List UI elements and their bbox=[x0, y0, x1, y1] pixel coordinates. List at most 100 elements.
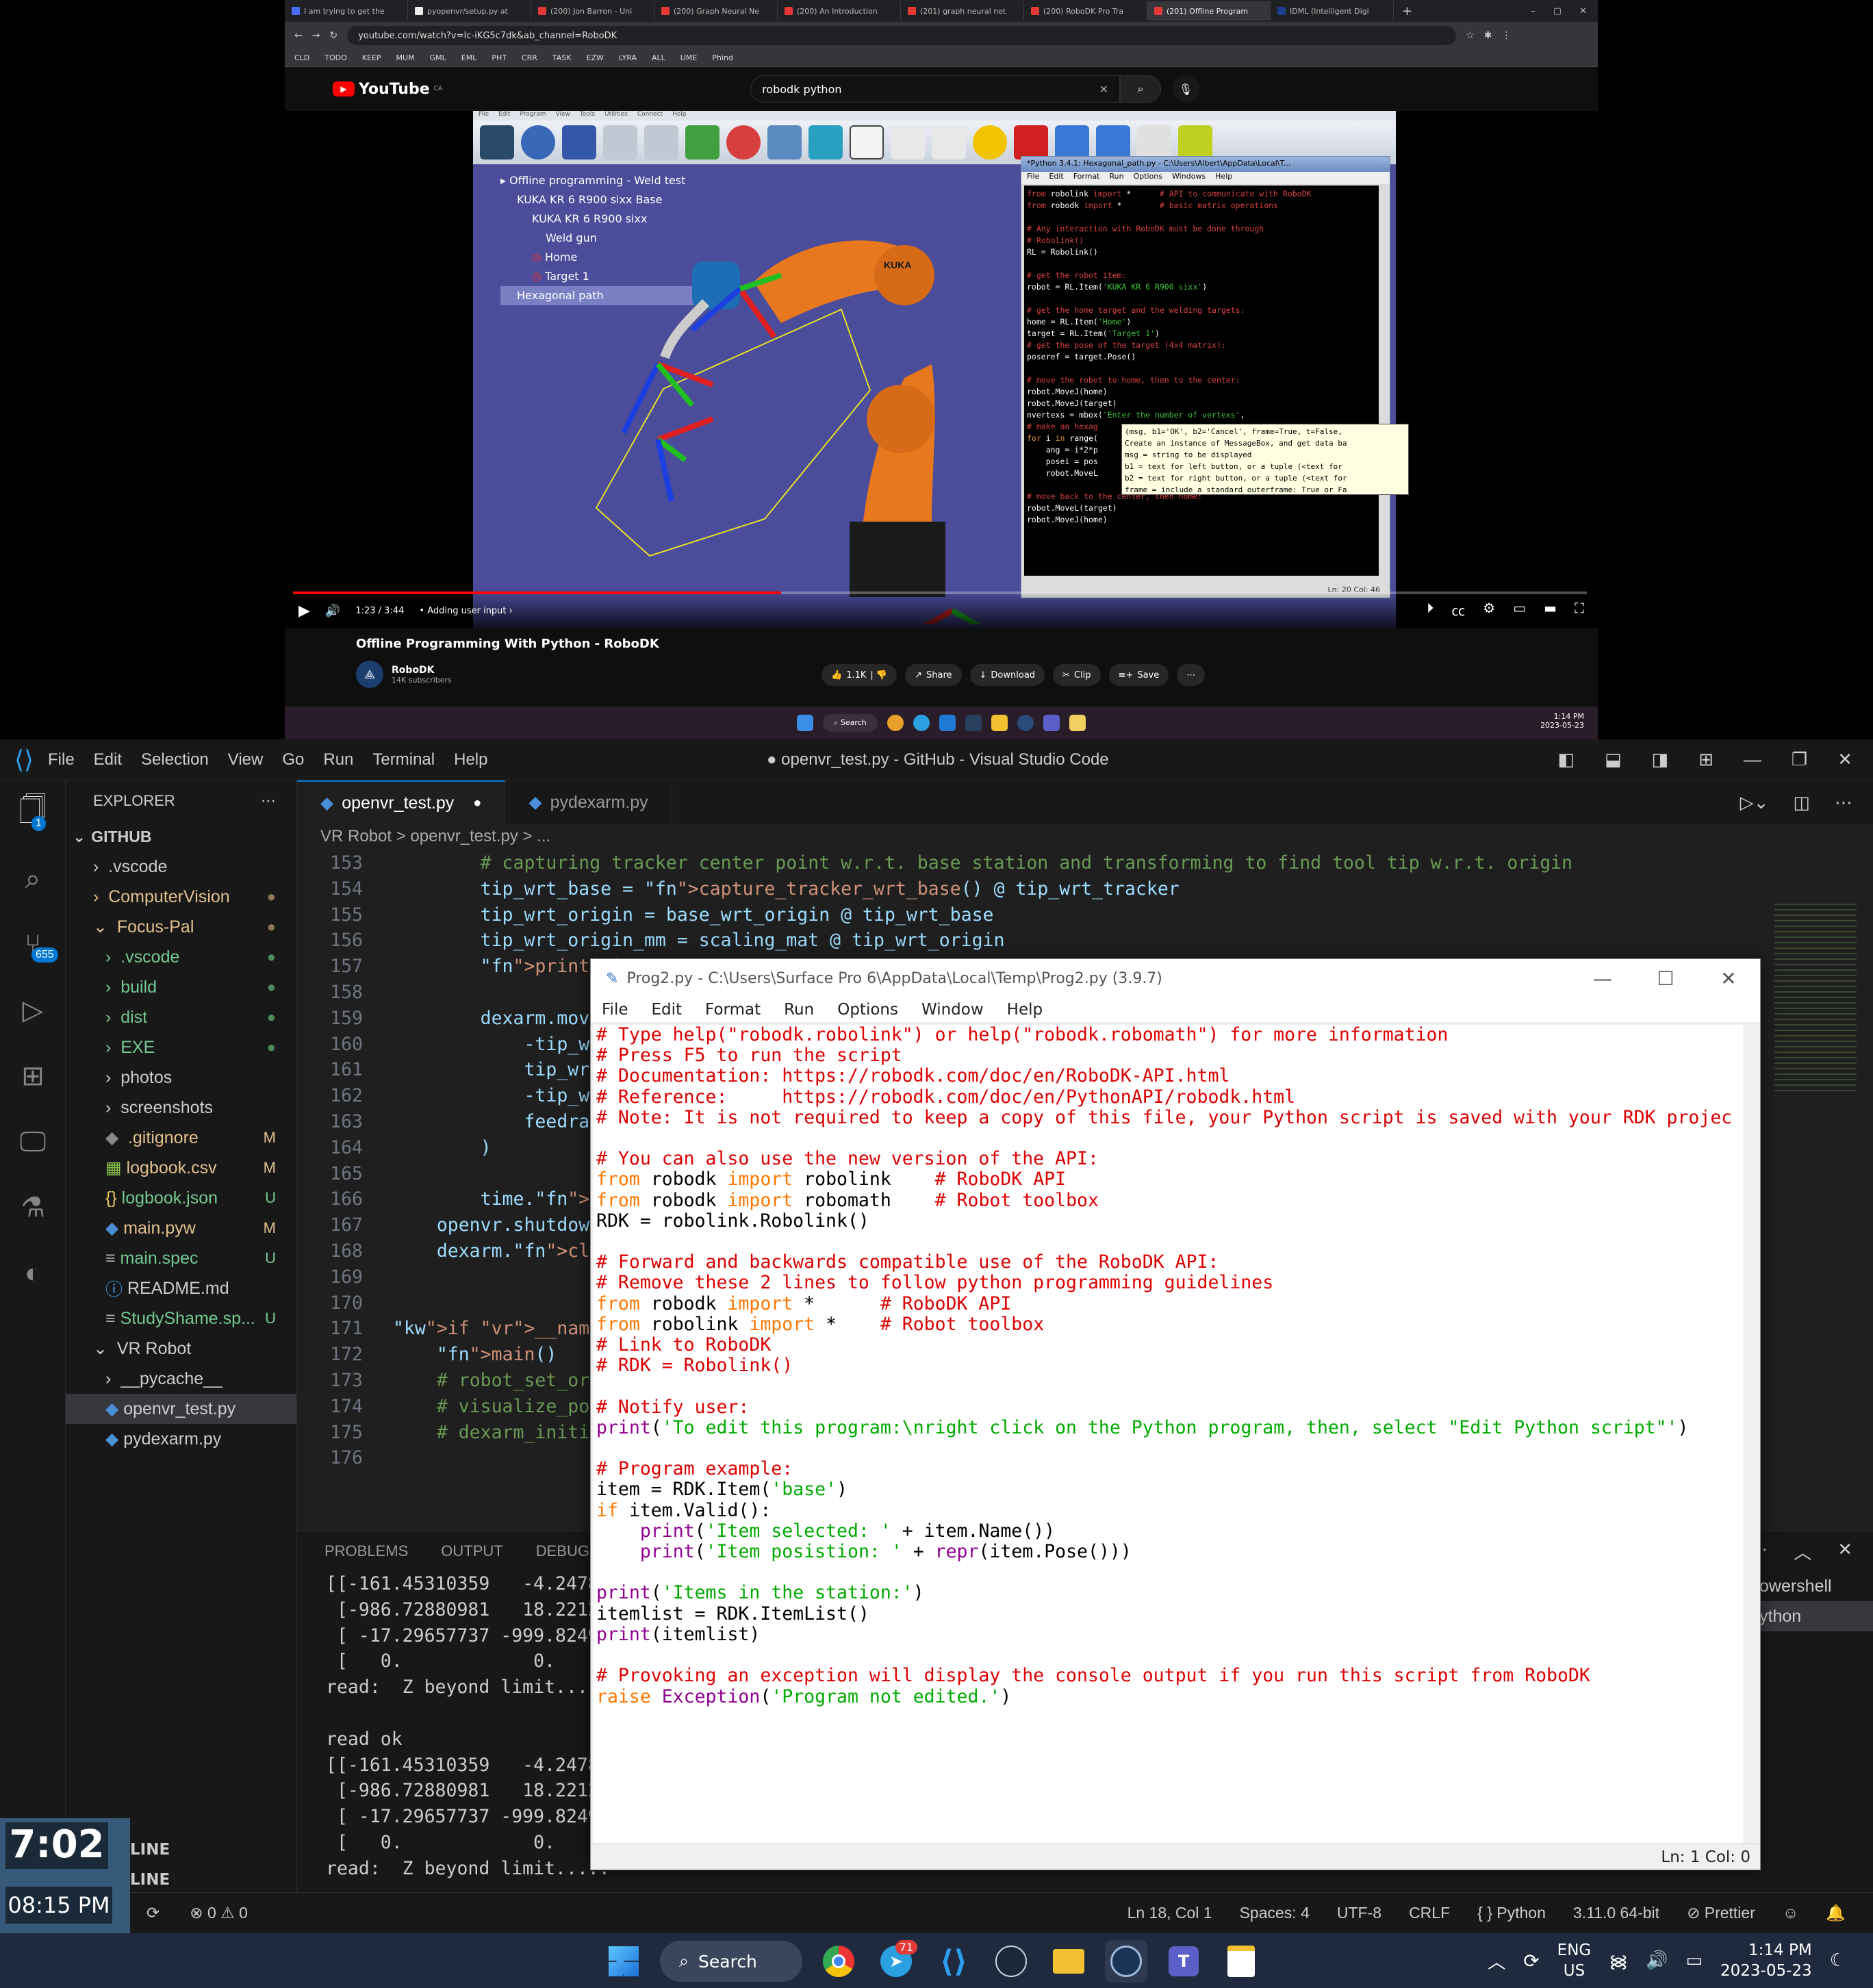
bookmark[interactable]: Phind bbox=[712, 53, 733, 62]
play-icon[interactable]: ▶ bbox=[298, 602, 310, 620]
telegram-icon[interactable]: ➤ 71 bbox=[875, 1940, 917, 1983]
indentation[interactable]: Spaces: 4 bbox=[1240, 1904, 1310, 1922]
tree-file[interactable]: ◆ .gitignore M bbox=[66, 1123, 296, 1153]
terminal-powershell[interactable]: owershell bbox=[1753, 1571, 1873, 1601]
chapter-text[interactable]: • Adding user input › bbox=[419, 606, 513, 616]
download-button[interactable]: ↓ Download bbox=[969, 664, 1045, 686]
start-icon[interactable] bbox=[602, 1940, 645, 1983]
language-mode[interactable]: { } Python bbox=[1477, 1904, 1546, 1922]
taskbar-clock[interactable]: 1:14 PM 2023-05-23 bbox=[1720, 1940, 1812, 1981]
tree-folder[interactable]: ⌄ VR Robot bbox=[66, 1334, 296, 1364]
maximize-icon[interactable]: ▢ bbox=[1553, 6, 1562, 16]
volume-icon[interactable]: 🔊 bbox=[1646, 1950, 1668, 1971]
menu-edit[interactable]: Edit bbox=[94, 750, 122, 769]
tree-folder[interactable]: › EXE ● bbox=[66, 1032, 296, 1062]
channel-name[interactable]: RoboDK bbox=[392, 665, 452, 676]
explorer-icon[interactable]: 🗍 1 bbox=[0, 780, 66, 846]
bookmark[interactable]: PHT bbox=[492, 53, 507, 62]
teams-icon[interactable]: T bbox=[1162, 1940, 1205, 1983]
menu-go[interactable]: Go bbox=[282, 750, 304, 769]
channel-avatar[interactable]: ⟁ bbox=[356, 661, 383, 688]
tree-folder[interactable]: › ComputerVision ● bbox=[66, 882, 296, 912]
notifications-icon[interactable]: 🔔 bbox=[1826, 1904, 1846, 1922]
split-editor-icon[interactable]: ◫ bbox=[1793, 792, 1810, 813]
bookmark[interactable]: ALL bbox=[652, 53, 665, 62]
maximize-icon[interactable]: ☐ bbox=[1634, 959, 1697, 997]
tree-file[interactable]: ≡ main.spec U bbox=[66, 1243, 296, 1273]
steam-icon[interactable] bbox=[990, 1940, 1032, 1983]
chevron-up-icon[interactable]: ︿ bbox=[1488, 1948, 1505, 1974]
sync-icon[interactable]: ⟳ bbox=[1523, 1950, 1539, 1972]
idle-scrollbar[interactable] bbox=[1744, 1025, 1760, 1844]
menu-window[interactable]: Window bbox=[921, 1001, 984, 1019]
bookmark[interactable]: GML bbox=[430, 53, 446, 62]
encoding[interactable]: UTF-8 bbox=[1337, 1904, 1381, 1922]
menu-run[interactable]: Run bbox=[323, 750, 353, 769]
browser-tab[interactable]: (200) An Introduction bbox=[778, 1, 901, 21]
more-button[interactable]: ⋯ bbox=[1177, 664, 1206, 686]
browser-tab[interactable]: (200) Jon Barron - Uni bbox=[531, 1, 654, 21]
browser-tab[interactable]: IDML (Intelligent Digi bbox=[1271, 1, 1394, 21]
like-button[interactable]: 👍 1.1K | 👎 bbox=[821, 664, 897, 686]
theater-icon[interactable]: ▬ bbox=[1544, 600, 1557, 620]
tree-file[interactable]: {} logbook.json U bbox=[66, 1183, 296, 1213]
tree-folder[interactable]: › dist ● bbox=[66, 1002, 296, 1032]
close-panel-icon[interactable]: ✕ bbox=[1837, 1539, 1852, 1564]
browser-tab[interactable]: pyopenvr/setup.py at bbox=[408, 1, 531, 21]
source-control-icon[interactable]: ⑂ 655 bbox=[0, 912, 66, 978]
browser-tab-active[interactable]: (201) Offline Program bbox=[1147, 1, 1271, 21]
menu-format[interactable]: Format bbox=[705, 1001, 761, 1019]
menu-file[interactable]: File bbox=[602, 1001, 628, 1019]
breadcrumb[interactable]: VR Robot > openvr_test.py > ... bbox=[297, 824, 1873, 849]
clip-button[interactable]: ✂ Clip bbox=[1053, 664, 1101, 686]
forward-icon[interactable]: → bbox=[312, 30, 320, 41]
edge-icon[interactable]: ◐ bbox=[0, 1240, 66, 1306]
moon-icon[interactable]: ☾ bbox=[1830, 1950, 1846, 1971]
tab-output[interactable]: OUTPUT bbox=[441, 1542, 502, 1560]
fullscreen-icon[interactable]: ⛶ bbox=[1575, 600, 1584, 620]
tree-folder[interactable]: › __pycache__ bbox=[66, 1364, 296, 1394]
tree-file[interactable]: ▦ logbook.csv M bbox=[66, 1153, 296, 1183]
menu-help[interactable]: Help bbox=[454, 750, 487, 769]
youtube-search-input[interactable]: robodk python ✕ bbox=[750, 75, 1121, 103]
close-icon[interactable]: ✕ bbox=[1579, 6, 1587, 16]
bookmark[interactable]: EZW bbox=[587, 53, 604, 62]
tree-folder[interactable]: › .vscode ● bbox=[66, 942, 296, 972]
toggle-secondary-icon[interactable]: ◨ bbox=[1652, 749, 1669, 770]
wifi-icon[interactable]: ᯼ bbox=[1609, 1948, 1628, 1973]
browser-tab[interactable]: (201) graph neural net bbox=[901, 1, 1024, 21]
menu-file[interactable]: File bbox=[48, 750, 75, 769]
menu-icon[interactable]: ⋮ bbox=[1502, 30, 1512, 41]
extensions-icon[interactable]: ✱ bbox=[1484, 30, 1492, 41]
video-player[interactable]: File Edit Program View Tools Utilities C… bbox=[285, 111, 1598, 628]
browser-tab[interactable]: I am trying to get the bbox=[285, 1, 408, 21]
menu-edit[interactable]: Edit bbox=[652, 1001, 683, 1019]
url-field[interactable]: youtube.com/watch?v=Ic-iKG5c7dk&ab_chann… bbox=[347, 26, 1457, 45]
maximize-panel-icon[interactable]: ︿ bbox=[1794, 1539, 1811, 1564]
idle-code-text[interactable]: # Type help("robodk.robolink") or help("… bbox=[594, 1025, 1744, 1844]
remote-explorer-icon[interactable]: 🖵 bbox=[0, 1109, 66, 1175]
minimize-icon[interactable]: — bbox=[1744, 749, 1761, 770]
clear-icon[interactable]: ✕ bbox=[1099, 83, 1108, 96]
microphone-icon[interactable]: 🎙 bbox=[1172, 75, 1200, 103]
menu-help[interactable]: Help bbox=[1007, 1001, 1043, 1019]
menu-view[interactable]: View bbox=[228, 750, 264, 769]
extensions-icon[interactable]: ⊞ bbox=[0, 1043, 66, 1109]
settings-icon[interactable]: ⚙ bbox=[1483, 600, 1495, 620]
problems-status[interactable]: ⊗ 0 ⚠ 0 bbox=[190, 1904, 248, 1922]
tree-file[interactable]: ◆ main.pyw M bbox=[66, 1213, 296, 1243]
save-button[interactable]: ≡+ Save bbox=[1108, 664, 1169, 686]
minimize-icon[interactable]: – bbox=[1531, 6, 1536, 16]
vscode-icon[interactable]: ⟨⟩ bbox=[932, 1940, 975, 1983]
tree-file[interactable]: ⓘ README.md bbox=[66, 1273, 296, 1303]
tree-folder[interactable]: › photos bbox=[66, 1062, 296, 1093]
tab-openvr-test[interactable]: ◆ openvr_test.py ● bbox=[297, 780, 506, 824]
layout-icon[interactable]: ⊞ bbox=[1698, 749, 1713, 770]
python-interpreter[interactable]: 3.11.0 64-bit bbox=[1573, 1904, 1659, 1922]
tree-file-selected[interactable]: ◆ openvr_test.py bbox=[66, 1394, 296, 1424]
taskbar-search[interactable]: ⌕ Search bbox=[660, 1941, 802, 1982]
file-explorer-icon[interactable] bbox=[1047, 1940, 1090, 1983]
minimize-icon[interactable]: — bbox=[1571, 959, 1634, 997]
reload-icon[interactable]: ↻ bbox=[329, 30, 337, 41]
terminal-python[interactable]: ython bbox=[1753, 1601, 1873, 1631]
